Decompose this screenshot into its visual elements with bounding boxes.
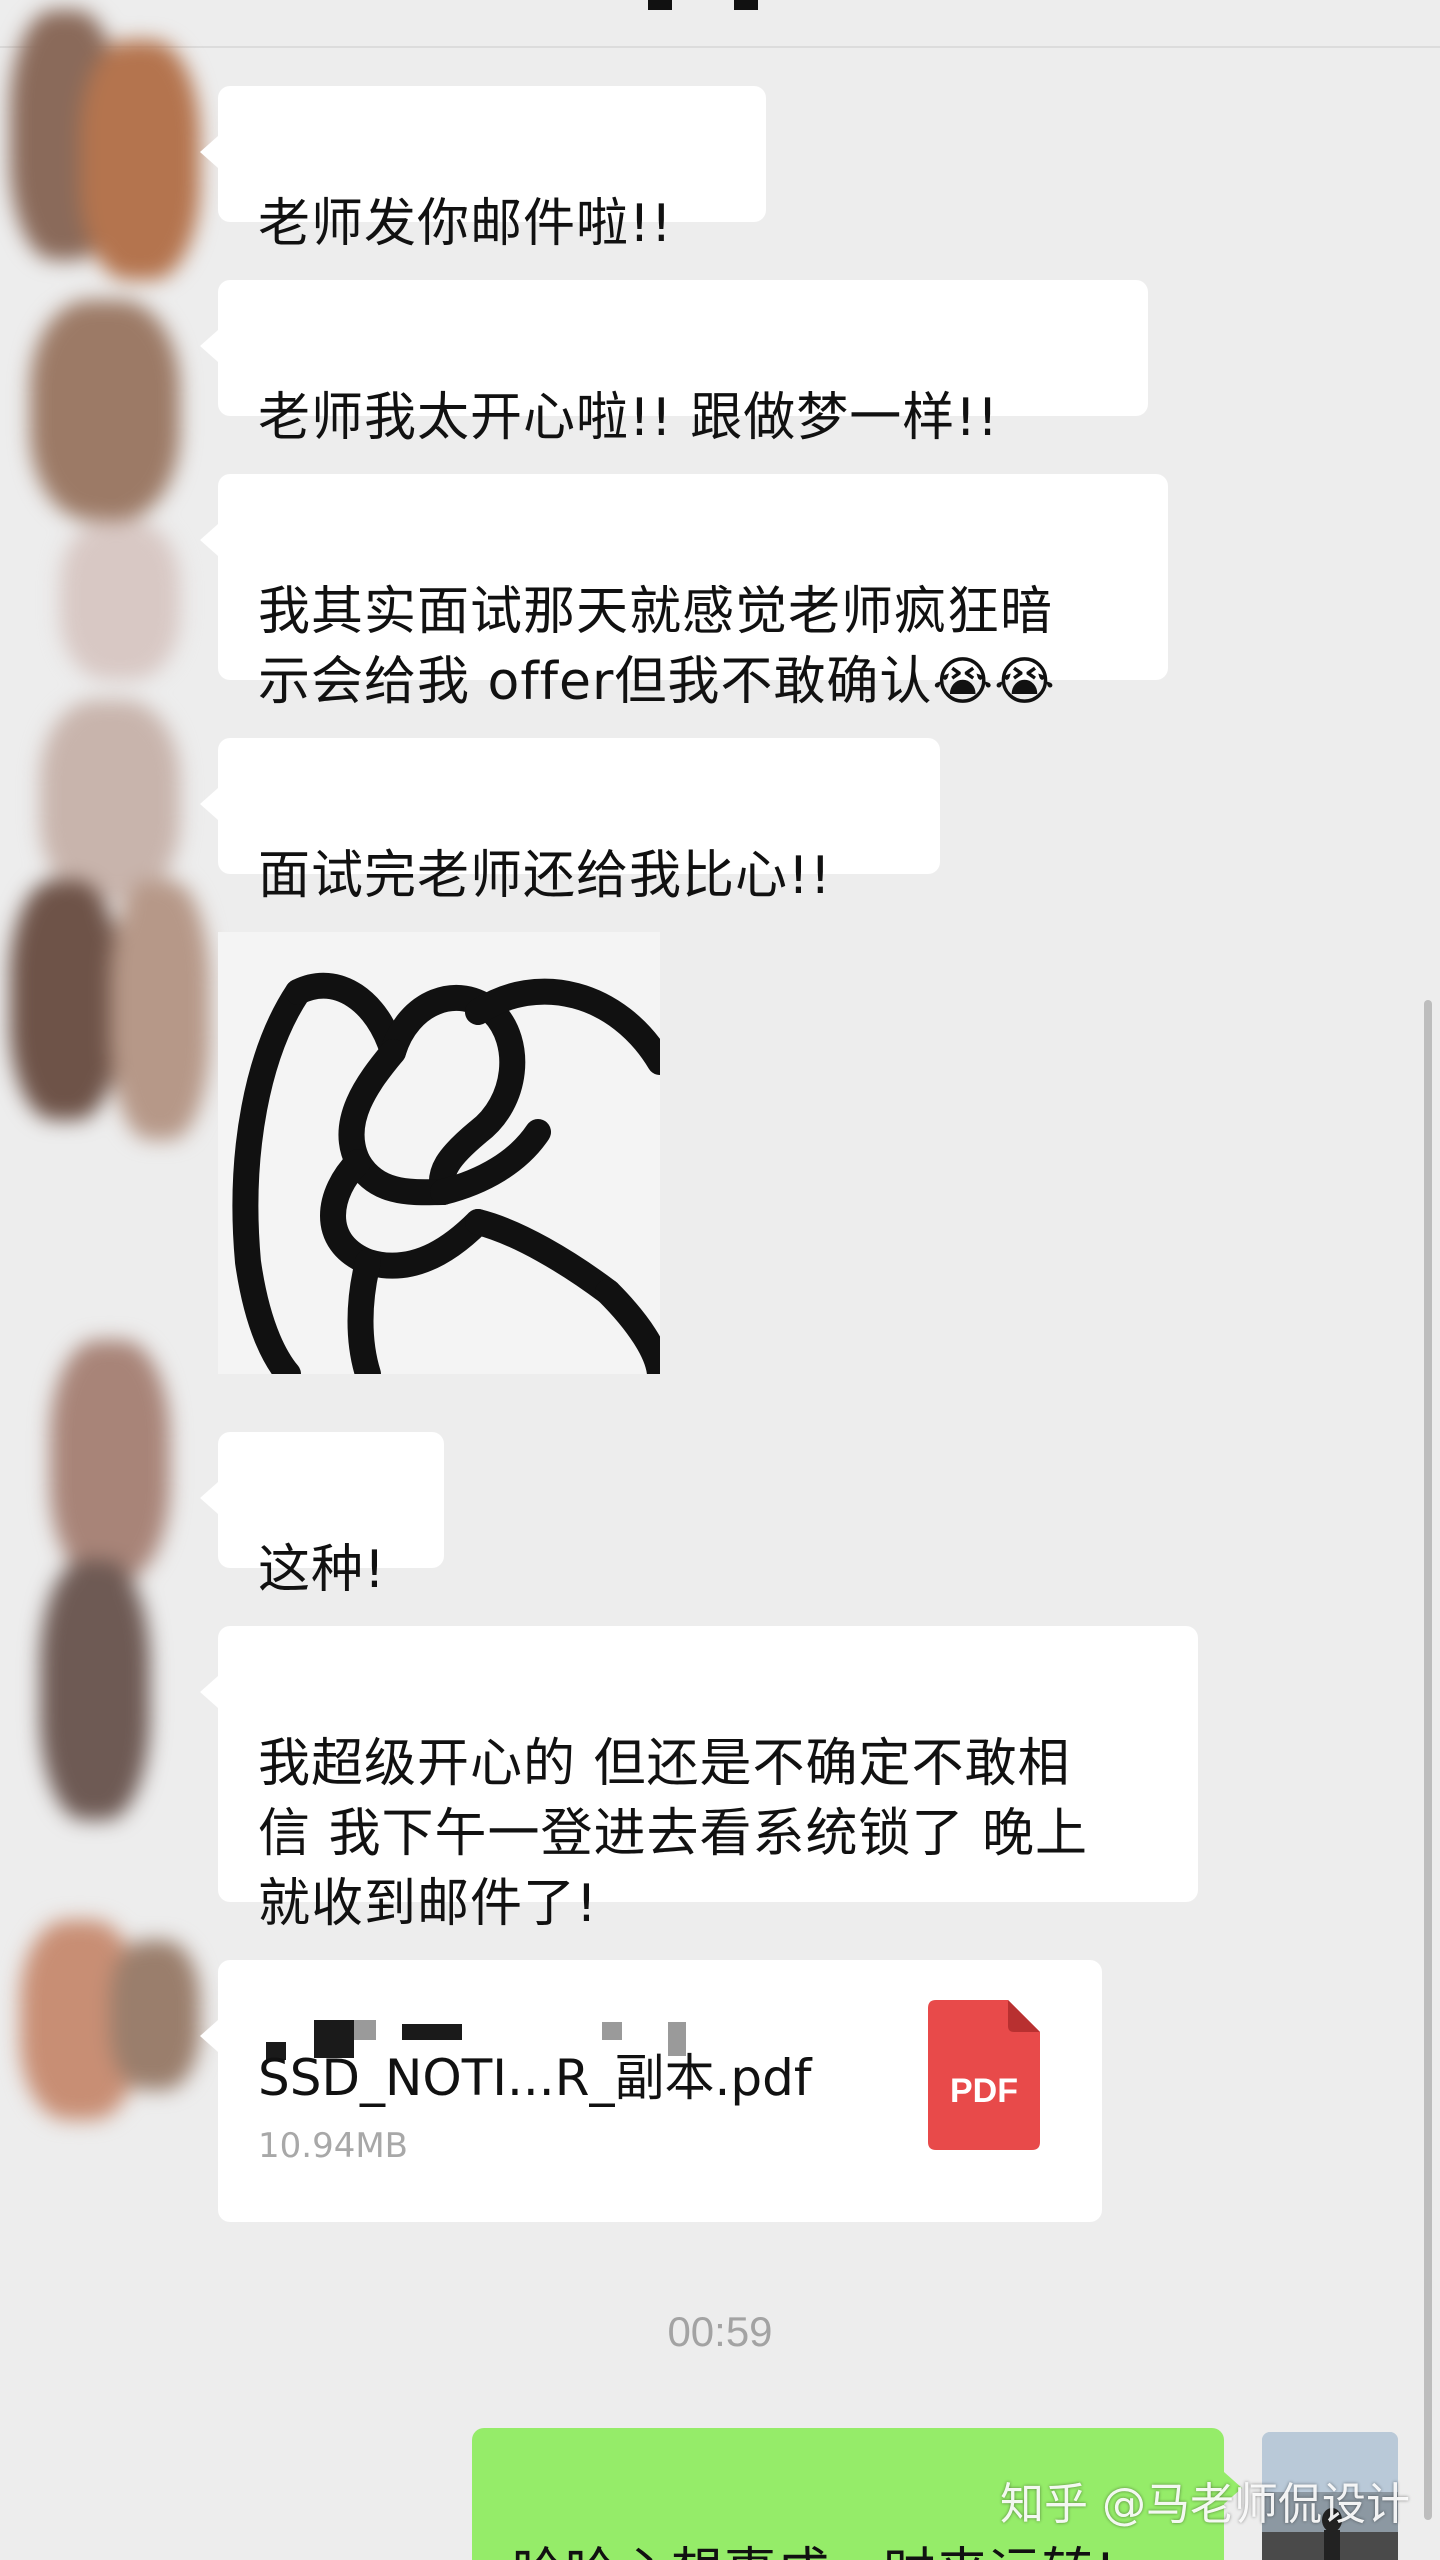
redacted-text (354, 2020, 376, 2040)
message-text: 哈哈心想事成，时来运转! (512, 2543, 1117, 2560)
status-indicator (734, 0, 758, 10)
message-bubble[interactable]: 面试完老师还给我比心!! (200, 738, 940, 906)
chat-screen: 老师发你邮件啦!! 老师我太开心啦!! 跟做梦一样!! 我其实面试那天就感觉老师… (0, 0, 1440, 2560)
message-bubble[interactable]: 这种! (200, 1432, 444, 1600)
scrollbar[interactable] (1424, 1000, 1432, 2520)
redacted-text (402, 2024, 462, 2040)
redacted-text (602, 2022, 622, 2040)
watermark: 知乎 @马老师侃设计 (1000, 2479, 1410, 2530)
message-bubble[interactable]: 老师我太开心啦!! 跟做梦一样!! (200, 280, 1148, 448)
message-text: 我其实面试那天就感觉老师疯狂暗 示会给我 offer但我不敢确认😭😭 (258, 582, 1056, 712)
blurred-avatars (0, 0, 230, 2200)
message-text: 老师发你邮件啦!! (258, 194, 673, 254)
message-text: 我超级开心的 但还是不确定不敢相 信 我下午一登进去看系统锁了 晚上 就收到邮件… (258, 1734, 1089, 1934)
message-bubble[interactable]: 老师发你邮件啦!! (200, 86, 766, 254)
pdf-label: PDF (950, 2072, 1018, 2110)
message-text: 老师我太开心啦!! 跟做梦一样!! (258, 388, 999, 448)
file-attachment[interactable]: SSD_NOTI...R_副本.pdf 10.94MB PDF (200, 1960, 1102, 2222)
status-indicator (648, 0, 672, 10)
message-text: 这种! (258, 1540, 386, 1600)
timestamp: 00:59 (667, 2308, 773, 2355)
file-name: SSD_NOTI...R_副本.pdf (258, 2049, 812, 2107)
message-bubble[interactable]: 我其实面试那天就感觉老师疯狂暗 示会给我 offer但我不敢确认😭😭 (200, 474, 1168, 712)
file-size: 10.94MB (258, 2126, 408, 2166)
heart-hands-sticker[interactable] (218, 932, 660, 1374)
heart-hands-icon (232, 972, 660, 1374)
message-bubble[interactable]: 我超级开心的 但还是不确定不敢相 信 我下午一登进去看系统锁了 晚上 就收到邮件… (200, 1626, 1198, 1934)
pdf-file-icon: PDF (928, 2000, 1040, 2150)
message-text: 面试完老师还给我比心!! (258, 846, 832, 906)
